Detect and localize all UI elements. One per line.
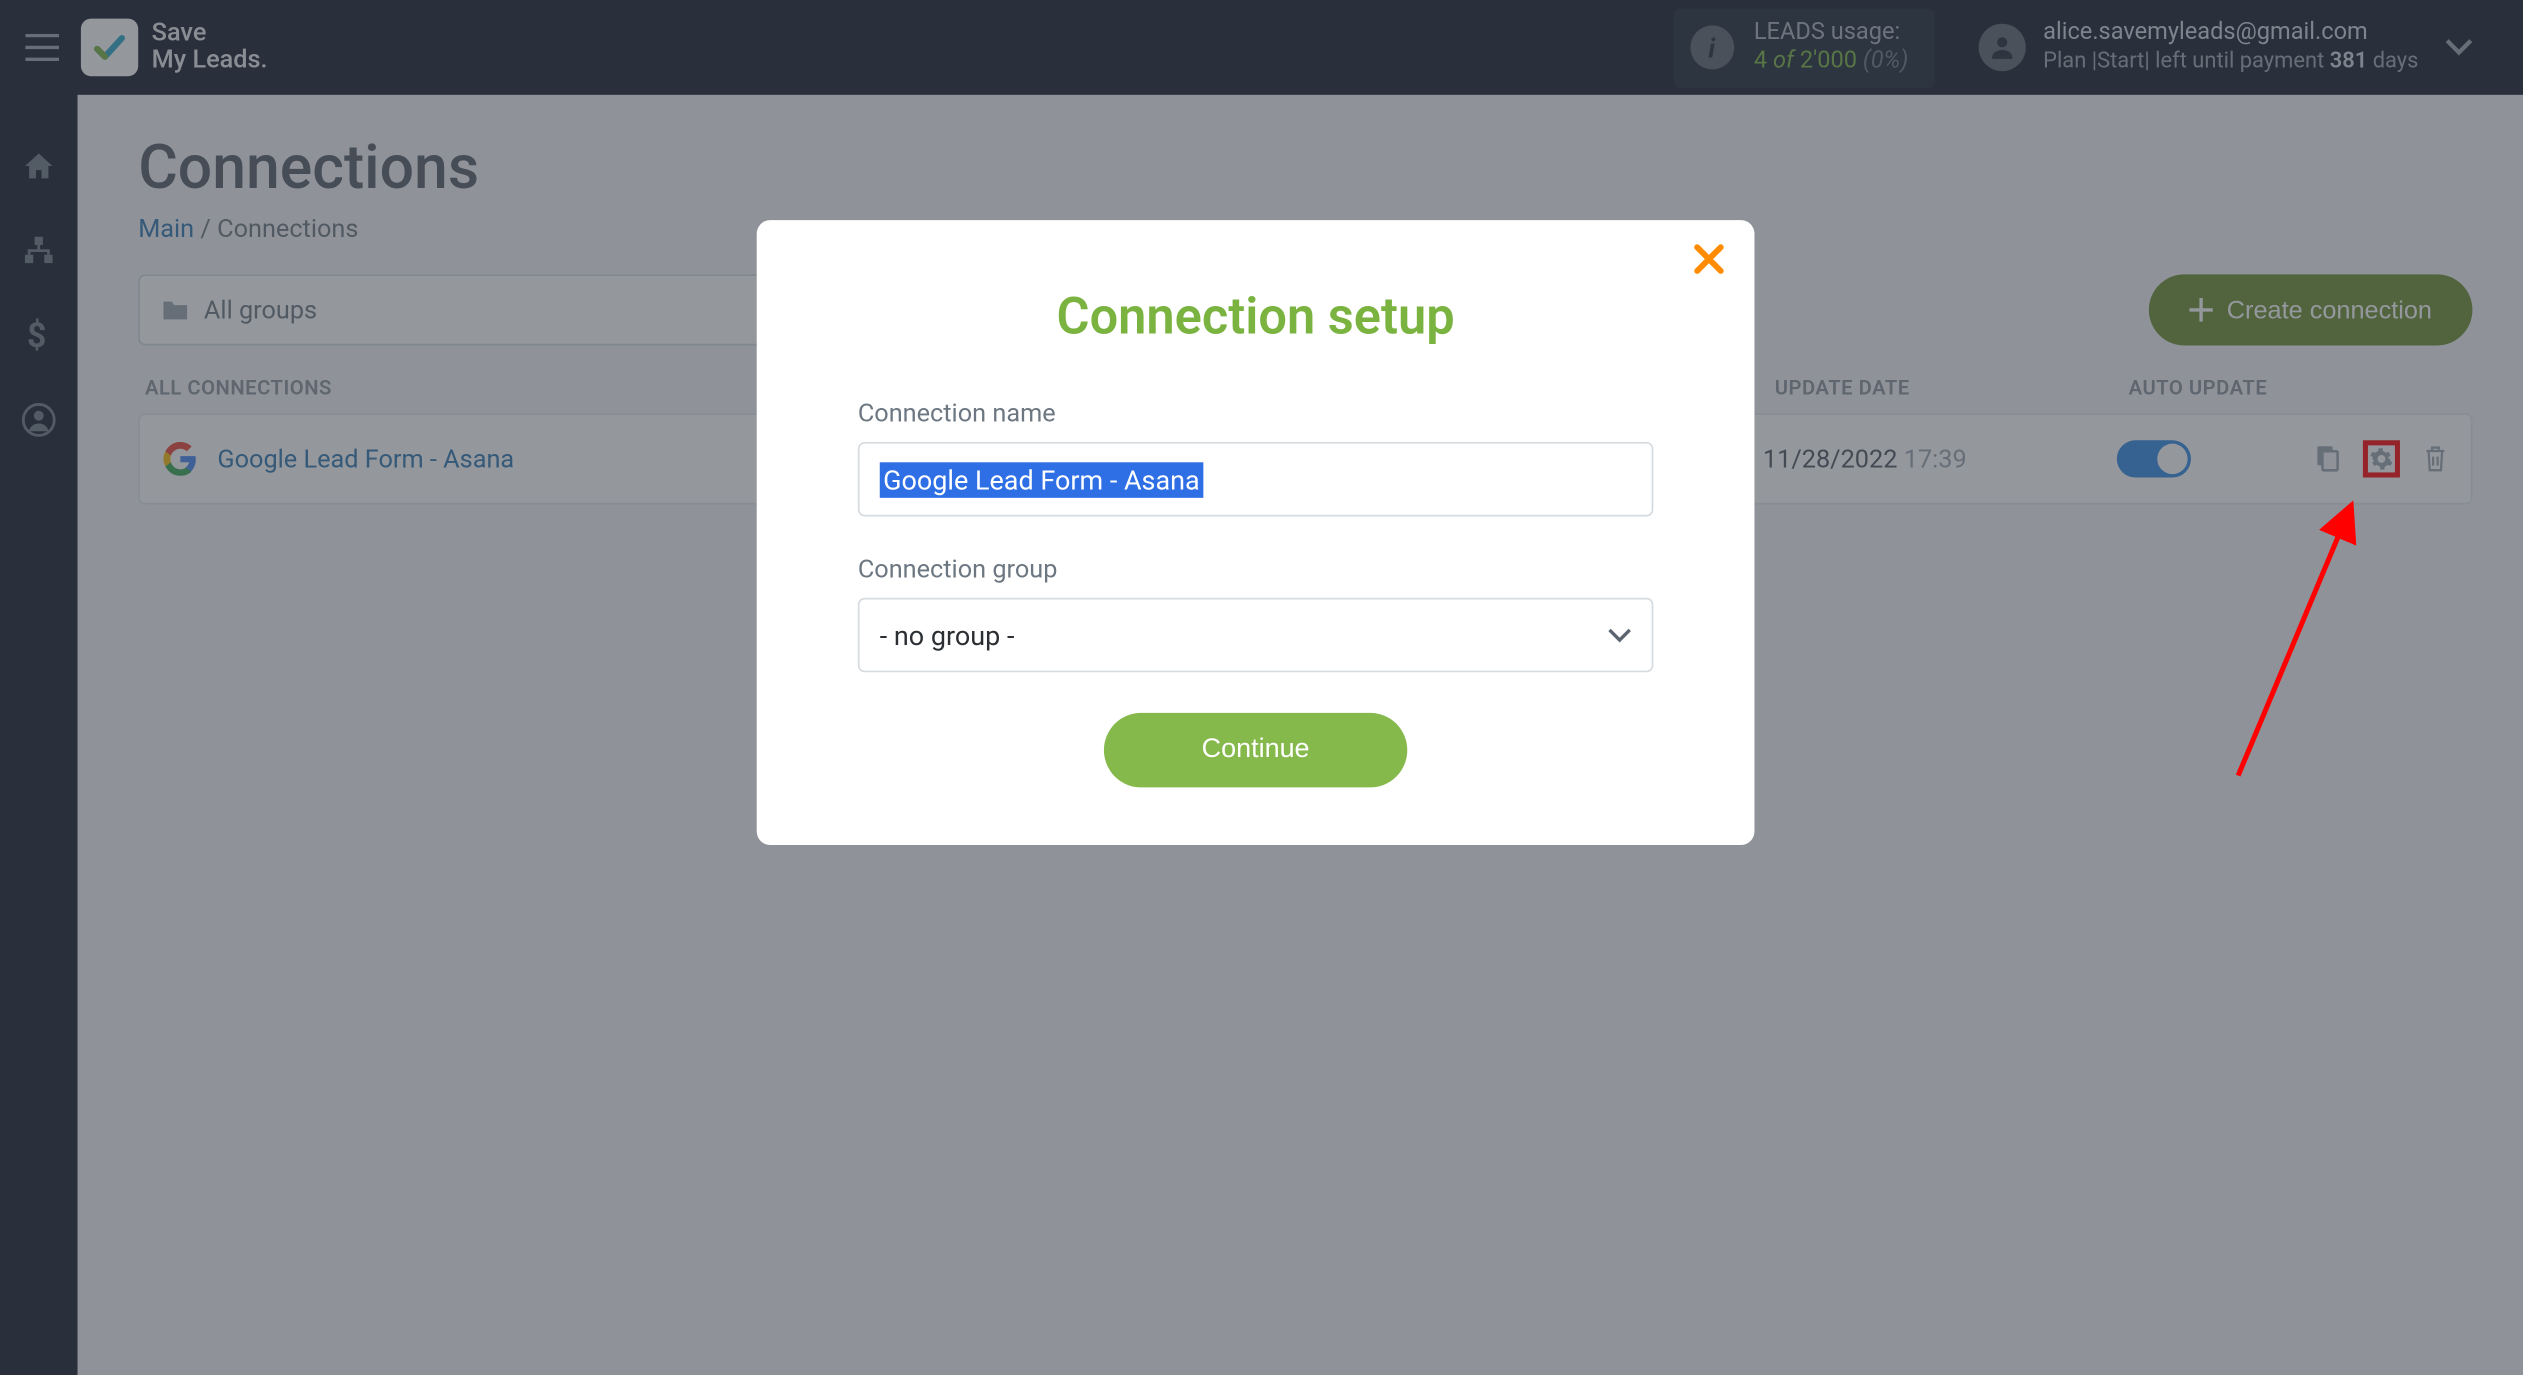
close-icon — [1694, 244, 1724, 274]
name-field-label: Connection name — [858, 398, 1704, 428]
continue-button[interactable]: Continue — [1104, 713, 1407, 788]
group-field-label: Connection group — [858, 554, 1704, 584]
modal-title: Connection setup — [807, 288, 1704, 347]
connection-group-select[interactable]: - no group - — [858, 598, 1653, 673]
connection-setup-modal: Connection setup Connection name Google … — [757, 220, 1755, 845]
chevron-down-icon — [1608, 627, 1632, 642]
connection-name-input[interactable]: Google Lead Form - Asana — [858, 442, 1653, 517]
modal-close-button[interactable] — [1694, 244, 1724, 274]
